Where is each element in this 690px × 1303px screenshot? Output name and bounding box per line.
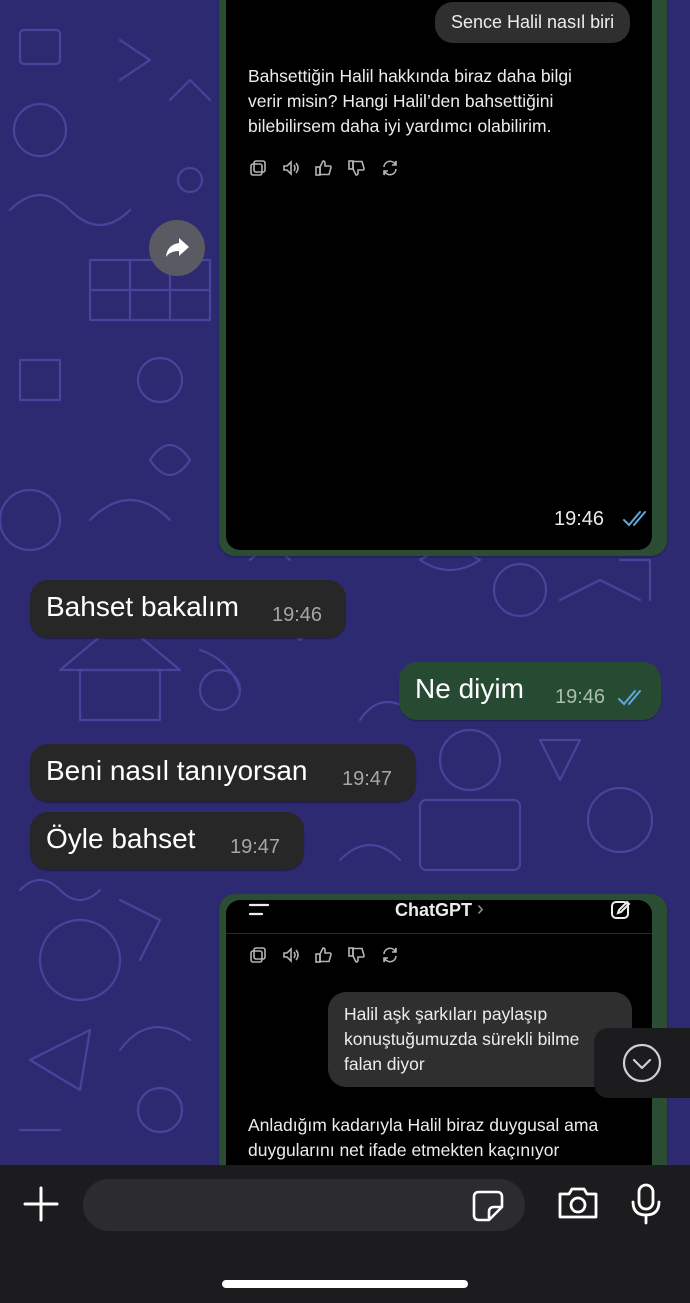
outgoing-message[interactable]: Ne diyim 19:46 xyxy=(399,662,661,720)
message-text: Öyle bahset xyxy=(46,823,196,855)
menu-icon xyxy=(248,903,270,916)
regenerate-icon xyxy=(383,160,397,176)
thumbs-down-icon xyxy=(348,947,365,963)
copy-icon xyxy=(250,160,266,176)
chatgpt-action-row xyxy=(248,945,400,965)
message-text: Ne diyim xyxy=(415,673,524,705)
plus-icon[interactable] xyxy=(22,1185,60,1223)
incoming-message[interactable]: Bahset bakalım 19:46 xyxy=(30,580,346,638)
message-time: 19:46 xyxy=(272,604,323,626)
divider xyxy=(226,933,652,934)
camera-icon[interactable] xyxy=(556,1185,600,1221)
thumbs-down-icon xyxy=(348,160,365,176)
chatgpt-assistant-reply: Bahsettiğin Halil hakkında biraz daha bi… xyxy=(248,66,572,136)
chatgpt-title: ChatGPT xyxy=(395,900,473,920)
chatgpt-assistant-reply: Anladığım kadarıyla Halil biraz duygusal… xyxy=(248,1115,599,1160)
screenshot-image: Sence Halil nasıl biri Bahsettiğin Halil… xyxy=(226,0,652,550)
message-text: Beni nasıl tanıyorsan xyxy=(46,755,308,787)
chatgpt-action-row xyxy=(248,158,400,178)
thumbs-up-icon xyxy=(315,160,332,176)
forward-button[interactable] xyxy=(149,220,205,276)
chevron-right-icon: › xyxy=(477,900,484,920)
forward-icon xyxy=(166,238,189,257)
microphone-icon[interactable] xyxy=(630,1183,662,1225)
thumbs-up-icon xyxy=(315,947,332,963)
chatgpt-user-prompt: Halil aşk şarkıları paylaşıp konuştuğumu… xyxy=(328,992,632,1087)
scroll-to-bottom-button[interactable] xyxy=(594,1028,690,1098)
incoming-message[interactable]: Öyle bahset 19:47 xyxy=(30,812,304,870)
incoming-message[interactable]: Beni nasıl tanıyorsan 19:47 xyxy=(30,744,416,802)
message-input[interactable] xyxy=(83,1179,525,1231)
read-receipt-icon xyxy=(618,690,641,706)
read-receipt-icon xyxy=(623,511,646,527)
message-text: Bahset bakalım xyxy=(46,591,239,623)
screenshot-image: ChatGPT › Halil aşk şarkıları paylaşıp k… xyxy=(226,900,652,1190)
speaker-icon xyxy=(283,160,299,176)
copy-icon xyxy=(250,947,266,963)
chevron-down-icon xyxy=(622,1043,662,1083)
home-indicator xyxy=(222,1280,468,1288)
sticker-icon[interactable] xyxy=(471,1189,505,1223)
message-time: 19:47 xyxy=(230,836,281,858)
regenerate-icon xyxy=(383,947,397,963)
message-time: 19:46 xyxy=(555,686,606,708)
chatgpt-user-prompt: Sence Halil nasıl biri xyxy=(435,2,631,43)
message-time: 19:47 xyxy=(342,768,393,790)
screenshot-message-top[interactable]: Sence Halil nasıl biri Bahsettiğin Halil… xyxy=(219,0,667,556)
message-time: 19:46 xyxy=(554,508,605,530)
edit-icon xyxy=(611,900,631,919)
speaker-icon xyxy=(283,947,299,963)
